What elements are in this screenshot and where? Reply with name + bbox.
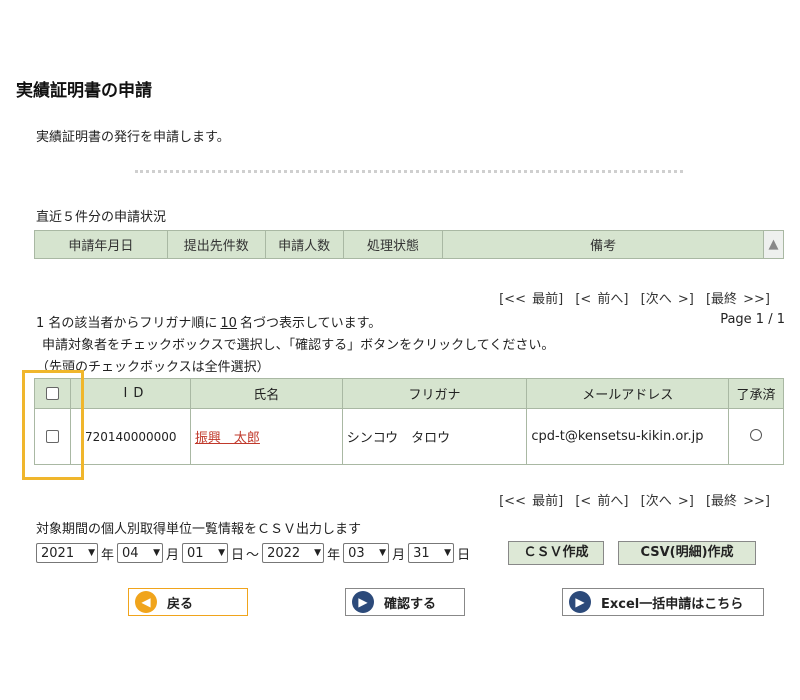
pager-first-link[interactable]: [<< 最前] [499, 292, 563, 307]
excel-button-label: Excel一括申請はこちら [601, 596, 744, 612]
from-month-value: 04 [122, 545, 139, 561]
pager-next-link[interactable]: [次へ >] [641, 292, 694, 307]
pager-last-link[interactable]: [最終 >>] [706, 292, 770, 307]
col-remarks: 備考 [442, 230, 764, 259]
chevron-down-icon: ▼ [379, 548, 387, 558]
col-approved: 了承済 [728, 378, 784, 409]
scroll-up-icon[interactable]: ▲ [762, 230, 785, 259]
row-name-cell: 振興 太郎 [189, 408, 343, 465]
chevron-down-icon: ▼ [153, 548, 161, 558]
from-day-select[interactable]: 01 ▼ [182, 543, 229, 563]
recent-status-label: 直近５件分の申請状況 [36, 210, 167, 225]
to-month-select[interactable]: 03 ▼ [343, 543, 390, 563]
pager-next-link[interactable]: [次へ >] [641, 494, 694, 509]
pager-top: [<< 最前] [< 前へ] [次へ >] [最終 >>] [493, 288, 770, 307]
col-applicant-count: 申請人数 [264, 230, 344, 259]
row-name-link[interactable]: 振興 太郎 [195, 431, 260, 446]
pager-first-link[interactable]: [<< 最前] [499, 494, 563, 509]
csv-output-label: 対象期間の個人別取得単位一覧情報をＣＳＶ出力します [36, 522, 362, 537]
year-unit: 年 [101, 547, 115, 563]
pager-prev-link[interactable]: [< 前へ] [575, 494, 628, 509]
page-info: Page 1 / 1 [720, 312, 785, 327]
col-submit-count: 提出先件数 [166, 230, 266, 259]
chevron-down-icon: ▼ [314, 548, 322, 558]
chevron-down-icon: ▼ [88, 548, 95, 558]
col-apply-date: 申請年月日 [34, 230, 168, 259]
intro-text: 実績証明書の発行を申請します。 [36, 130, 230, 145]
month-unit: 月 [166, 547, 180, 563]
col-email: メールアドレス [526, 378, 730, 409]
month-unit: 月 [392, 547, 406, 563]
from-month-select[interactable]: 04 ▼ [117, 543, 164, 563]
pager-bottom: [<< 最前] [< 前へ] [次へ >] [最終 >>] [493, 490, 770, 509]
row-id: 720140000000 [81, 408, 191, 465]
summary-suffix: 名づつ表示しています。 [239, 316, 382, 331]
range-separator: ～ [246, 547, 260, 563]
col-name: 氏名 [189, 378, 343, 409]
csv-create-button[interactable]: ＣＳＶ作成 [508, 541, 604, 565]
day-unit: 日 [231, 547, 245, 563]
to-month-value: 03 [348, 545, 365, 561]
from-year-select[interactable]: 2021 ▼ [36, 543, 98, 563]
results-header-row: ID 氏名 フリガナ メールアドレス 了承済 [34, 378, 784, 409]
checkbox-highlight-box [22, 370, 84, 480]
row-furigana: シンコウ タロウ [341, 408, 528, 465]
row-approved-cell [728, 408, 784, 465]
chevron-down-icon: ▼ [218, 548, 226, 558]
col-furigana: フリガナ [341, 378, 528, 409]
year-unit: 年 [327, 547, 341, 563]
back-button-label: 戻る [167, 596, 194, 612]
table-row: 720140000000 振興 太郎 シンコウ タロウ cpd-t@kenset… [34, 408, 784, 465]
pager-prev-link[interactable]: [< 前へ] [575, 292, 628, 307]
from-year-value: 2021 [41, 545, 75, 561]
col-status: 処理状態 [342, 230, 444, 259]
confirm-button[interactable]: ▶ 確認する [345, 588, 465, 616]
from-day-value: 01 [187, 545, 204, 561]
arrow-left-icon: ◀ [135, 591, 157, 613]
to-day-value: 31 [413, 545, 430, 561]
back-button[interactable]: ◀ 戻る [128, 588, 248, 616]
dotted-divider [135, 170, 683, 173]
date-range-row: 2021 ▼ 年 04 ▼ 月 01 ▼ 日 ～ 2022 ▼ 年 03 ▼ 月 31 ▼ … [34, 543, 471, 563]
to-year-select[interactable]: 2022 ▼ [262, 543, 325, 563]
recent-status-table: 申請年月日 提出先件数 申請人数 処理状態 備考 ▲ [34, 230, 785, 259]
status-header-row: 申請年月日 提出先件数 申請人数 処理状態 備考 ▲ [34, 230, 785, 259]
instruction-text: 申請対象者をチェックボックスで選択し、「確認する」ボタンをクリックしてください。 [42, 338, 555, 353]
confirm-button-label: 確認する [384, 596, 437, 612]
day-unit: 日 [457, 547, 471, 563]
to-day-select[interactable]: 31 ▼ [408, 543, 455, 563]
col-id: ID [81, 378, 191, 409]
pager-last-link[interactable]: [最終 >>] [706, 494, 770, 509]
arrow-right-icon: ▶ [569, 591, 591, 613]
approved-radio[interactable] [750, 428, 763, 441]
to-year-value: 2022 [267, 545, 301, 561]
per-page-count: 10 [220, 316, 237, 331]
row-email: cpd-t@kensetsu-kikin.or.jp [526, 408, 730, 465]
arrow-right-icon: ▶ [352, 591, 374, 613]
excel-bulk-apply-button[interactable]: ▶ Excel一括申請はこちら [562, 588, 764, 616]
results-table: ID 氏名 フリガナ メールアドレス 了承済 720140000000 振興 太… [34, 378, 784, 465]
chevron-down-icon: ▼ [444, 548, 452, 558]
result-summary: 1 名の該当者からフリガナ順に 10 名づつ表示しています。 [36, 312, 381, 331]
csv-detail-create-button[interactable]: CSV(明細)作成 [618, 541, 756, 565]
page-title: 実績証明書の申請 [16, 81, 152, 101]
summary-prefix: 1 名の該当者からフリガナ順に [36, 316, 218, 331]
